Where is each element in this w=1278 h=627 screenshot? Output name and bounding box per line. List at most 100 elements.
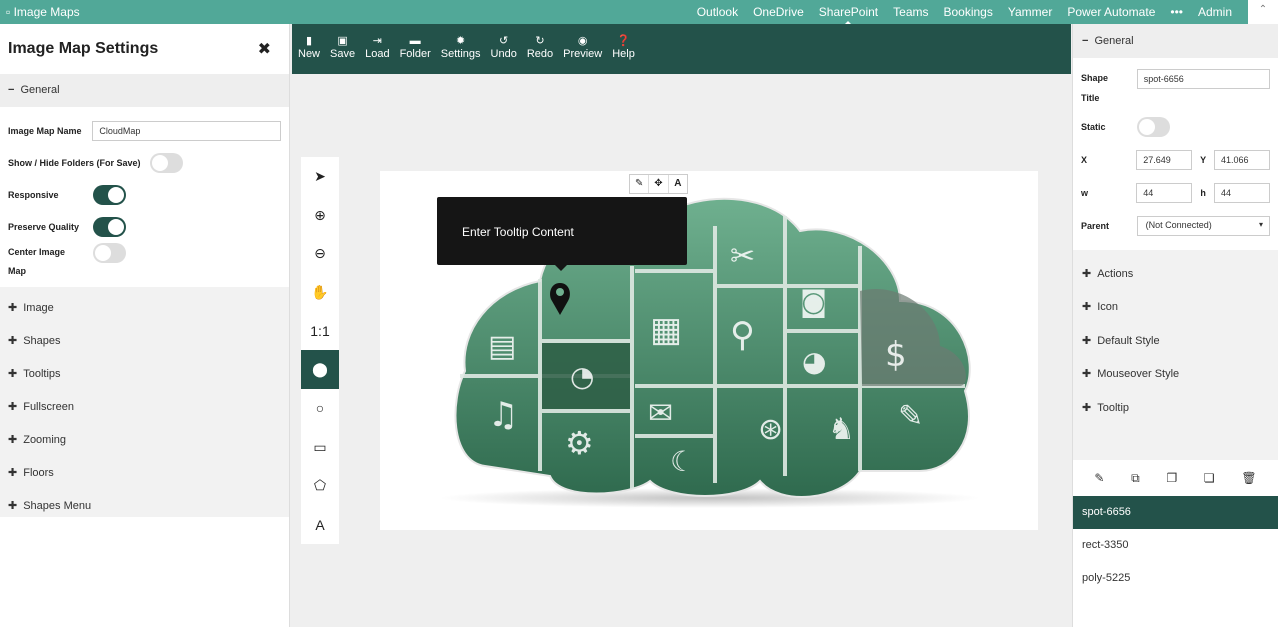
static-toggle[interactable] xyxy=(1137,116,1170,137)
undo-button[interactable]: ↺ Undo xyxy=(491,24,517,74)
map-pin-icon[interactable]: ⬤ xyxy=(301,350,339,390)
shape-title-label: Shape Title xyxy=(1081,68,1137,108)
section-shapes[interactable]: ✚ Shapes xyxy=(0,324,289,357)
save-label: Save xyxy=(330,48,356,60)
shape-general-toggle[interactable]: − General xyxy=(1073,24,1278,58)
image-map-name-input[interactable] xyxy=(92,121,281,141)
section-label: Icon xyxy=(1097,301,1119,314)
suite-link-teams[interactable]: Teams xyxy=(893,5,928,19)
chevron-down-icon: ▾ xyxy=(1258,219,1263,229)
more-links-icon[interactable]: ••• xyxy=(1170,5,1183,19)
parent-select[interactable]: (Not Connected) ▾ xyxy=(1136,215,1270,236)
preserve-quality-toggle[interactable] xyxy=(93,217,126,237)
circle-icon[interactable]: ○ xyxy=(301,389,339,428)
shape-list-item[interactable]: rect-3350 xyxy=(1073,529,1278,562)
pencil-icon[interactable]: ✎ xyxy=(1094,471,1104,485)
svg-text:☾: ☾ xyxy=(670,445,695,478)
w-input[interactable] xyxy=(1136,182,1193,203)
folder-button[interactable]: ▬ Folder xyxy=(400,24,431,74)
settings-button[interactable]: ✹ Settings xyxy=(441,24,481,74)
section-actions[interactable]: ✚ Actions xyxy=(1073,258,1278,291)
center-image-map-toggle[interactable] xyxy=(93,243,126,263)
polygon-icon[interactable]: ⬠ xyxy=(301,467,339,506)
plus-icon: ✚ xyxy=(1082,301,1092,314)
preserve-quality-row: Preserve Quality xyxy=(8,211,281,243)
plus-icon: ✚ xyxy=(8,401,18,413)
help-button[interactable]: ❓ Help xyxy=(612,24,635,74)
suite-link-onedrive[interactable]: OneDrive xyxy=(753,5,804,19)
h-label: h xyxy=(1200,187,1206,198)
parent-value: (Not Connected) xyxy=(1145,219,1212,230)
section-shapes-menu[interactable]: ✚ Shapes Menu xyxy=(0,489,289,522)
plus-icon: ✚ xyxy=(8,368,18,380)
preview-button[interactable]: ◉ Preview xyxy=(563,24,602,74)
image-map-name-row: Image Map Name xyxy=(8,115,281,147)
show-hide-folders-toggle[interactable] xyxy=(150,153,183,173)
move-icon[interactable]: ✥ xyxy=(649,175,669,193)
app-title[interactable]: ▫ Image Maps xyxy=(6,5,80,19)
section-image[interactable]: ✚ Image xyxy=(0,291,289,324)
trash-icon[interactable]: 🗑 xyxy=(1241,471,1256,485)
hand-icon[interactable]: ✋ xyxy=(301,273,339,312)
section-fullscreen[interactable]: ✚ Fullscreen xyxy=(0,390,289,423)
tooltip-preview[interactable]: Enter Tooltip Content xyxy=(437,197,687,271)
load-button[interactable]: ⇥ Load xyxy=(365,24,389,74)
svg-text:♞: ♞ xyxy=(828,412,855,447)
section-default-style[interactable]: ✚ Default Style xyxy=(1073,325,1278,358)
suite-link-outlook[interactable]: Outlook xyxy=(697,5,738,19)
section-tooltips[interactable]: ✚ Tooltips xyxy=(0,357,289,390)
suite-link-admin[interactable]: Admin xyxy=(1198,5,1232,19)
responsive-toggle[interactable] xyxy=(93,185,126,205)
zoom-in-icon[interactable]: ⊕ xyxy=(301,196,339,235)
y-input[interactable] xyxy=(1214,149,1270,170)
section-label: Floors xyxy=(23,467,54,479)
reset-zoom-button[interactable]: 1:1 xyxy=(301,312,339,351)
redo-label: Redo xyxy=(526,48,554,60)
center-image-map-row: Center Image Map xyxy=(8,243,281,281)
copy-icon[interactable]: ❏ xyxy=(1204,471,1215,485)
svg-text:✉: ✉ xyxy=(648,396,673,431)
redo-button[interactable]: ↻ Redo xyxy=(527,24,553,74)
tooltip-text: Enter Tooltip Content xyxy=(462,225,574,239)
suite-link-sharepoint[interactable]: SharePoint xyxy=(819,5,878,25)
rectangle-icon[interactable]: ▭ xyxy=(301,428,339,467)
brush-icon[interactable]: ✎ xyxy=(630,175,650,193)
duplicate-icon[interactable]: ⧉ xyxy=(1131,471,1140,486)
shape-list-item[interactable]: spot-6656 xyxy=(1073,496,1278,529)
section-zooming[interactable]: ✚ Zooming xyxy=(0,423,289,456)
section-mouseover-style[interactable]: ✚ Mouseover Style xyxy=(1073,358,1278,391)
plus-icon: ✚ xyxy=(1082,401,1092,414)
collapse-icon[interactable]: ⌃ xyxy=(1248,0,1278,24)
general-section-toggle[interactable]: − General xyxy=(0,74,289,107)
suite-link-yammer[interactable]: Yammer xyxy=(1008,5,1052,19)
plus-icon: ✚ xyxy=(1082,268,1092,280)
svg-text:▤: ▤ xyxy=(488,329,516,364)
x-input[interactable] xyxy=(1136,149,1193,170)
shape-title-input[interactable] xyxy=(1136,69,1270,89)
zoom-out-icon[interactable]: ⊖ xyxy=(301,234,339,273)
section-floors[interactable]: ✚ Floors xyxy=(0,456,289,489)
suite-link-power-automate[interactable]: Power Automate xyxy=(1067,5,1155,19)
save-button[interactable]: ▣ Save xyxy=(330,24,355,74)
text-tool-button[interactable]: A xyxy=(669,175,687,193)
shape-title-row: Shape Title xyxy=(1081,66,1270,110)
select-arrow-icon[interactable]: ➤ xyxy=(301,157,339,196)
section-tooltip[interactable]: ✚ Tooltip xyxy=(1073,392,1278,425)
paste-icon[interactable]: ❐ xyxy=(1166,471,1177,485)
settings-header: Image Map Settings ✖ xyxy=(0,24,289,74)
main-toolbar: ▮ New ▣ Save ⇥ Load ▬ Folder ✹ Settings ↺ Undo… xyxy=(292,24,1071,74)
suite-bar: ▫ Image Maps Outlook OneDrive SharePoint… xyxy=(0,0,1278,25)
new-button[interactable]: ▮ New xyxy=(298,24,320,74)
shape-properties-panel: −General Shape Title Static X Y w h Paren… xyxy=(1072,24,1278,627)
plus-icon: ✚ xyxy=(8,500,18,512)
text-icon[interactable]: A xyxy=(301,505,339,544)
plus-icon: ✚ xyxy=(8,434,18,446)
h-input[interactable] xyxy=(1214,182,1270,203)
close-icon[interactable]: ✖ xyxy=(258,39,271,59)
suite-link-bookings[interactable]: Bookings xyxy=(943,5,992,19)
svg-text:⚲: ⚲ xyxy=(730,315,755,355)
section-icon[interactable]: ✚ Icon xyxy=(1073,291,1278,324)
plus-icon: ✚ xyxy=(8,467,18,479)
center-label-line2: Map xyxy=(8,266,26,276)
shape-list-item[interactable]: poly-5225 xyxy=(1073,562,1278,595)
